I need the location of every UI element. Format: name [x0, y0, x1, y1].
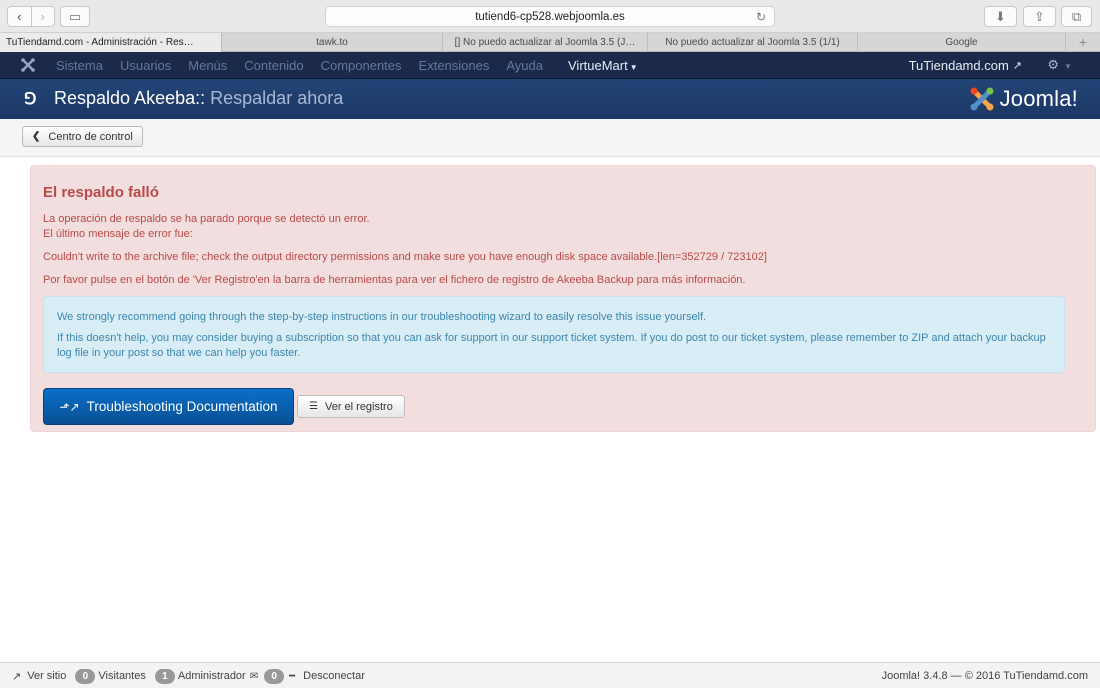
info-line-2: If this doesn't help, you may consider b… — [57, 332, 1046, 359]
alert-error-text: Couldn't write to the archive file; chec… — [43, 251, 767, 263]
download-icon: ⬇ — [995, 8, 1006, 24]
admin-label: Administrador — [177, 670, 246, 682]
back-forward-buttons[interactable]: ‹ › — [7, 6, 55, 27]
downloads-button[interactable]: ⬇ — [984, 6, 1017, 27]
footer-copyright: Joomla! 3.4.8 — © 2016 TuTiendamd.com — [881, 670, 1088, 682]
caret-down-icon: ▼ — [629, 63, 638, 72]
address-bar[interactable]: tutiend6-cp528.webjoomla.es ↻ — [325, 6, 775, 27]
site-link[interactable]: TuTiendamd.com ↗ — [909, 52, 1022, 79]
list-icon: ☰ — [309, 401, 318, 412]
menu-extensiones[interactable]: Extensiones — [419, 58, 490, 73]
tab-google[interactable]: Google — [858, 33, 1066, 52]
browser-toolbar: ‹ › ▭ tutiend6-cp528.webjoomla.es ↻ ⬇ ⇪ … — [0, 0, 1100, 33]
menu-menus[interactable]: Menús — [188, 58, 227, 73]
alert-heading: El respaldo falló — [43, 184, 159, 201]
troubleshooting-button[interactable]: ⬏↗ Troubleshooting Documentation — [43, 388, 294, 425]
menu-virtuemart[interactable]: VirtueMart ▼ — [568, 58, 638, 73]
alert-hint: Por favor pulse en el botón de 'Ver Regi… — [43, 274, 746, 286]
admin-menubar: Sistema Usuarios Menús Contenido Compone… — [0, 52, 1100, 79]
troubleshooting-label: Troubleshooting Documentation — [86, 399, 278, 414]
subhead-toolbar: ❮ Centro de control — [0, 119, 1100, 157]
tab-forum-2[interactable]: No puedo actualizar al Joomla 3.5 (1/1) — [648, 33, 858, 52]
error-alert: El respaldo falló La operación de respal… — [30, 165, 1096, 432]
view-log-button[interactable]: ☰ Ver el registro — [297, 395, 405, 418]
control-panel-label: Centro de control — [48, 130, 133, 143]
page-title-sub: Respaldar ahora — [210, 88, 344, 108]
visitors-label: Visitantes — [98, 670, 146, 682]
info-box: We strongly recommend going through the … — [43, 296, 1065, 373]
view-site-link[interactable]: Ver sitio — [27, 670, 66, 682]
page-title: Respaldo Akeeba:: Respaldar ahora — [54, 88, 343, 109]
menu-sistema[interactable]: Sistema — [56, 58, 103, 73]
back-arrow-icon[interactable]: ‹ — [8, 7, 31, 26]
menu-contenido[interactable]: Contenido — [244, 58, 303, 73]
logout-link[interactable]: Desconectar — [303, 670, 365, 682]
alert-line-2: El último mensaje de error fue: — [43, 228, 193, 240]
view-log-label: Ver el registro — [324, 400, 393, 413]
new-tab-icon[interactable]: + — [1066, 33, 1100, 51]
virtuemart-label: VirtueMart — [568, 58, 628, 73]
tabs-icon: ⧉ — [1071, 8, 1082, 24]
tab-akeeba[interactable]: TuTiendamd.com - Administración - Res… — [0, 33, 222, 52]
share-icon: ⇪ — [1034, 8, 1045, 24]
alert-message: La operación de respaldo se ha parado po… — [43, 212, 370, 242]
joomla-menu-icon[interactable] — [20, 57, 36, 73]
joomla-logo: Joomla! — [969, 84, 1078, 114]
menu-usuarios[interactable]: Usuarios — [120, 58, 171, 73]
minus-icon: ━ — [289, 670, 296, 682]
external-link-icon: ⬏↗ — [59, 399, 80, 414]
external-link-icon: ↗ — [1012, 60, 1022, 72]
alert-line-1: La operación de respaldo se ha parado po… — [43, 213, 370, 225]
joomla-wordmark: Joomla! — [999, 86, 1078, 111]
status-bar: ↗ Ver sitio 0 Visitantes 1 Administrador… — [0, 662, 1100, 688]
info-line-1: We strongly recommend going through the … — [57, 311, 707, 323]
menu-ayuda[interactable]: Ayuda — [506, 58, 543, 73]
forward-arrow-icon[interactable]: › — [30, 7, 55, 26]
admin-badge: 1 — [154, 668, 175, 684]
sidebar-toggle-button[interactable]: ▭ — [60, 6, 90, 27]
sidebar-icon: ▭ — [68, 8, 82, 24]
page-title-main: Respaldo Akeeba:: — [54, 88, 206, 108]
menu-componentes[interactable]: Componentes — [321, 58, 402, 73]
page-header: ⅁ Respaldo Akeeba:: Respaldar ahora Joom… — [0, 79, 1100, 119]
tabs-overview-button[interactable]: ⧉ — [1061, 6, 1092, 27]
tab-bar: TuTiendamd.com - Administración - Res… t… — [0, 33, 1100, 52]
share-button[interactable]: ⇪ — [1023, 6, 1056, 27]
chevron-left-icon: ❮ — [32, 131, 41, 142]
joomla-logo-icon — [970, 87, 994, 111]
site-link-label: TuTiendamd.com — [908, 58, 1009, 73]
akeeba-icon: ⅁ — [24, 91, 37, 108]
url-text: tutiend6-cp528.webjoomla.es — [475, 10, 625, 23]
messages-badge: 0 — [264, 668, 285, 684]
external-link-icon: ↗ — [12, 670, 22, 683]
visitors-badge: 0 — [75, 668, 96, 684]
envelope-icon: ✉ — [249, 670, 259, 682]
gear-icon[interactable]: ⚙ ▼ — [1047, 57, 1072, 73]
reload-icon[interactable]: ↻ — [756, 10, 766, 24]
tab-tawkto[interactable]: tawk.to — [222, 33, 443, 52]
control-panel-button[interactable]: ❮ Centro de control — [22, 126, 143, 147]
tab-forum-1[interactable]: [] No puedo actualizar al Joomla 3.5 (J… — [443, 33, 648, 52]
